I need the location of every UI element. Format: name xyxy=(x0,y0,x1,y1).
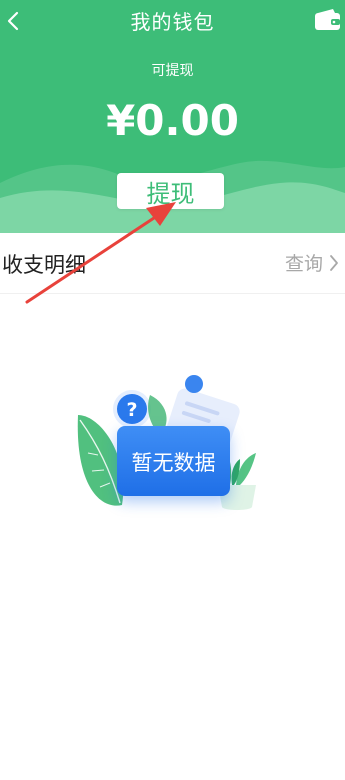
wallet-header: 我的钱包 可提现 ¥0.00 提现 xyxy=(0,0,345,233)
question-icon: ? xyxy=(113,390,151,428)
details-header-row: 收支明细 查询 xyxy=(0,233,345,294)
page-title: 我的钱包 xyxy=(130,10,215,34)
query-label: 查询 xyxy=(284,253,323,275)
wallet-button[interactable] xyxy=(313,8,343,32)
balance-amount: ¥0.00 xyxy=(106,96,239,145)
chevron-right-icon xyxy=(330,254,338,271)
withdraw-button[interactable]: 提现 xyxy=(117,173,224,209)
wallet-icon xyxy=(315,9,340,30)
query-link[interactable]: 查询 xyxy=(285,249,339,276)
svg-text:?: ? xyxy=(126,399,137,421)
empty-state-text: 暂无数据 xyxy=(131,451,216,475)
details-title: 收支明细 xyxy=(2,253,86,277)
withdrawable-label: 可提现 xyxy=(151,63,194,79)
